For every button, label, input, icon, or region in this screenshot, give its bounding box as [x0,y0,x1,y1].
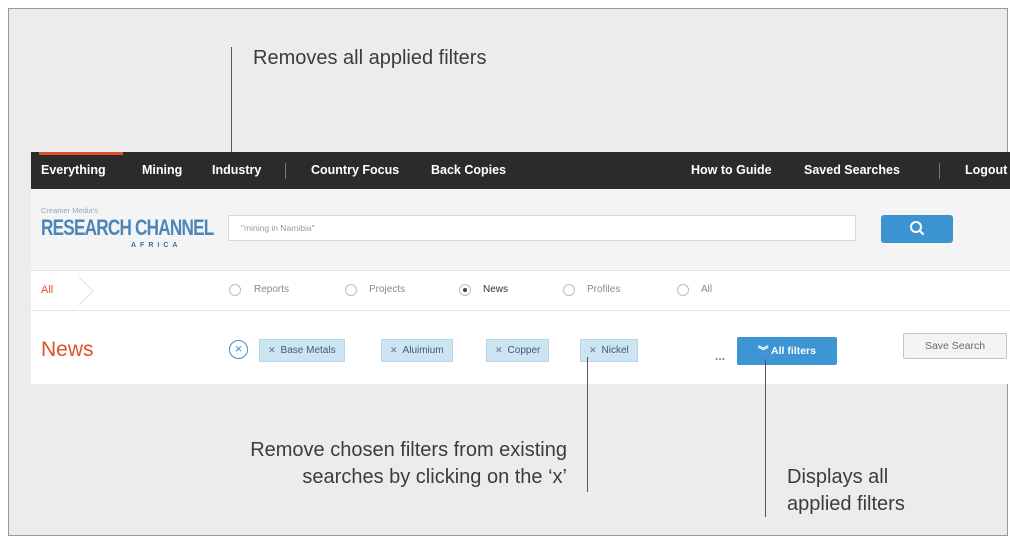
remove-filter-icon[interactable]: ✕ [495,345,503,355]
filter-chip-copper: ✕ Copper [486,339,550,362]
search-button[interactable] [881,215,953,243]
remove-filter-icon[interactable]: ✕ [390,345,398,355]
filter-chip-label: Base Metals [280,345,336,356]
nav-divider [285,163,286,179]
clear-all-filters-icon[interactable]: × [229,340,248,359]
breadcrumb-chevron-icon [78,276,94,306]
brand-search-bar: Creamer Media's RESEARCH CHANNEL AFRICA [31,189,1010,271]
nav-country-focus[interactable]: Country Focus [311,163,399,177]
nav-logout[interactable]: Logout [965,163,1007,177]
annotation-all-filters: Displays all applied filters [787,464,905,518]
logo-africa: AFRICA [131,242,182,249]
nav-divider [939,163,940,179]
radio-label-news: News [483,284,509,295]
nav-mining[interactable]: Mining [142,163,182,177]
pointer-line-all-filters [765,359,766,517]
nav-saved-searches[interactable]: Saved Searches [804,163,900,177]
annotation-all-filters-line2: applied filters [787,493,905,515]
radio-projects[interactable] [345,284,357,296]
radio-label-reports: Reports [254,284,290,295]
nav-industry[interactable]: Industry [212,163,261,177]
annotation-remove-chip: Remove chosen filters from existing sear… [167,437,567,491]
radio-label-profiles: Profiles [587,284,621,295]
remove-filter-icon[interactable]: ✕ [268,345,276,355]
logo-tagline: Creamer Media's [41,206,98,215]
filter-chip-nickel: ✕ Nickel [580,339,638,362]
annotation-remove-chip-line1: Remove chosen filters from existing [250,439,567,461]
pointer-line-remove-chip [587,357,588,492]
more-filters-ellipsis[interactable]: ... [715,349,725,363]
filter-chip-base-metals: ✕ Base Metals [259,339,345,362]
remove-filter-icon[interactable]: ✕ [589,345,597,355]
radio-all[interactable] [677,284,689,296]
nav-how-to-guide[interactable]: How to Guide [691,163,772,177]
double-chevron-down-icon: ︾ [758,345,769,357]
all-filters-label: All filters [771,345,816,357]
tutorial-frame: Removes all applied filters Everything M… [8,8,1010,536]
radio-reports[interactable] [229,284,241,296]
breadcrumb-all[interactable]: All [41,284,53,296]
top-navigation: Everything Mining Industry Country Focus… [31,152,1010,189]
results-title: News [41,338,94,361]
annotation-clear-all: Removes all applied filters [253,47,487,69]
radio-label-projects: Projects [369,284,406,295]
radio-profiles[interactable] [563,284,575,296]
applied-filters-bar: News × ✕ Base Metals ✕ Aluimium ✕ Copper ✕ N… [31,311,1010,384]
search-input[interactable] [228,215,856,241]
content-type-filter: All Reports Projects News Profiles All [31,271,1010,311]
radio-news[interactable] [459,284,471,296]
filter-chip-aluimium: ✕ Aluimium [381,339,453,362]
annotation-all-filters-line1: Displays all [787,466,889,488]
logo-research-channel[interactable]: RESEARCH CHANNEL [41,215,214,241]
nav-everything[interactable]: Everything [41,163,106,177]
nav-back-copies[interactable]: Back Copies [431,163,506,177]
search-icon [910,221,925,236]
filter-chip-label: Aluimium [402,345,444,356]
app-screenshot: Everything Mining Industry Country Focus… [31,152,1010,384]
filter-chip-label: Nickel [601,345,629,356]
all-filters-button[interactable]: ︾ All filters [737,337,837,365]
filter-chip-label: Copper [507,345,541,356]
save-search-button[interactable]: Save Search [903,333,1007,359]
annotation-remove-chip-line2: searches by clicking on the ‘x’ [302,466,567,488]
radio-label-all: All [701,284,713,295]
active-tab-accent [39,152,123,155]
